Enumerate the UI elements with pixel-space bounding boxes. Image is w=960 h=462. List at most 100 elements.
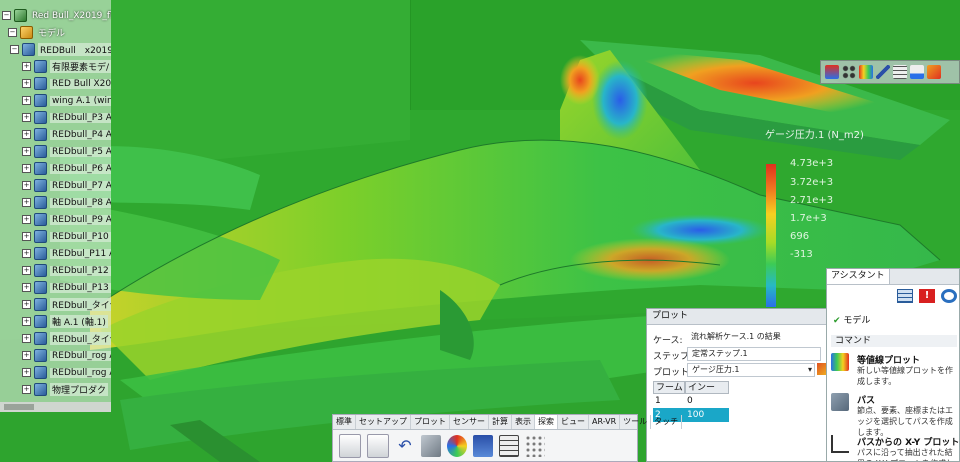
expand-toggle-icon[interactable]: + — [22, 96, 31, 105]
ribbon-tab[interactable]: プロット — [411, 415, 450, 429]
contour-plot-command[interactable]: 等値線プロット 新しい等値線プロットを作成します。 — [831, 353, 957, 386]
tree-item[interactable]: + REDbull_rog A — [22, 348, 111, 363]
tree-item[interactable]: + REDbull_rog A — [22, 365, 111, 380]
tree-item[interactable]: − モデル — [8, 25, 67, 40]
expand-toggle-icon[interactable]: + — [22, 368, 31, 377]
tree-item[interactable]: + REDbull_P13 A — [22, 280, 111, 295]
expand-toggle-icon[interactable]: + — [22, 385, 31, 394]
tree-item[interactable]: − REDBull x2019_ — [10, 42, 111, 57]
copy-icon[interactable] — [339, 434, 361, 458]
plot-select[interactable]: ゲージ圧力.1 ▾ — [687, 363, 815, 377]
ribbon-tab[interactable]: セットアップ — [356, 415, 411, 429]
tree-item[interactable]: + 物理プロダク — [22, 382, 109, 397]
expand-toggle-icon[interactable]: + — [22, 266, 31, 275]
ribbon-tab[interactable]: 標準 — [333, 415, 356, 429]
tree-item-label: REDbull_rog A — [50, 350, 111, 361]
expand-toggle-icon[interactable]: + — [22, 198, 31, 207]
tree-item-label: REDbull_P13 A — [50, 282, 111, 293]
tree-item[interactable]: + REDbull_P4 A. — [22, 127, 111, 142]
tree-scrollbar[interactable] — [0, 402, 111, 412]
expand-toggle-icon[interactable]: + — [22, 300, 31, 309]
ribbon-tab[interactable]: 探索 — [535, 415, 558, 429]
render-icon[interactable] — [447, 435, 467, 457]
expand-toggle-icon[interactable]: + — [22, 249, 31, 258]
ribbon-tab[interactable]: ツール — [620, 415, 652, 429]
expand-toggle-icon[interactable]: + — [22, 164, 31, 173]
screenshot-icon[interactable] — [473, 435, 493, 457]
tree-item-label: REDbul_P11 A — [50, 248, 111, 259]
part-icon — [34, 145, 47, 158]
paste-icon[interactable] — [367, 434, 389, 458]
tree-item-label: 軸 A.1 (軸.1) — [50, 315, 108, 328]
scatter-icon[interactable] — [525, 435, 545, 457]
command-section-title: コマンド — [831, 335, 957, 347]
expand-toggle-icon[interactable]: + — [22, 113, 31, 122]
ribbon-tab[interactable]: 計算 — [489, 415, 512, 429]
chevron-down-icon[interactable]: ▾ — [808, 364, 812, 376]
expand-toggle-icon[interactable]: + — [22, 215, 31, 224]
undo-icon[interactable]: ↶ — [395, 435, 415, 457]
expand-toggle-icon[interactable]: + — [22, 147, 31, 156]
expand-toggle-icon[interactable]: + — [22, 232, 31, 241]
step-field[interactable]: 定常ステップ.1 — [687, 347, 821, 361]
expand-toggle-icon[interactable]: − — [10, 45, 19, 54]
expand-toggle-icon[interactable]: + — [22, 130, 31, 139]
tree-item[interactable]: + REDbull_タイヤ — [22, 331, 111, 346]
tree-item[interactable]: + REDbul_P11 A — [22, 246, 111, 261]
plot-icon[interactable] — [927, 65, 941, 79]
xy-plot-from-path-command[interactable]: パスからの X-Y プロット パスに沿って抽出された結果の X-Y プロットを作… — [831, 435, 959, 461]
view-cube-icon[interactable] — [421, 435, 441, 457]
alert-icon[interactable]: ! — [919, 289, 935, 303]
expand-toggle-icon[interactable]: + — [22, 317, 31, 326]
tree-item[interactable]: + REDbull_P12 A — [22, 263, 111, 278]
tree-item[interactable]: + REDbull_P8 A. — [22, 195, 111, 210]
table-icon[interactable] — [897, 289, 913, 303]
tree-item[interactable]: + 軸 A.1 (軸.1) — [22, 314, 108, 329]
tree-item[interactable]: + REDbull_P10 A — [22, 229, 111, 244]
legend-value: 696 — [790, 231, 810, 242]
tree-item-label: REDbull_rog A — [50, 367, 111, 378]
part-icon — [34, 196, 47, 209]
tree-item[interactable]: + RED Bull X201 — [22, 76, 111, 91]
expand-toggle-icon[interactable]: − — [8, 28, 17, 37]
model-tree[interactable]: − Red Bull_X2019_fluid a − モデル − REDBull x201… — [0, 0, 111, 412]
path-command[interactable]: パス 節点、要素、座標またはエッジを選択してパスを作成します。 — [831, 393, 957, 437]
ribbon-tab[interactable]: ビュー — [558, 415, 589, 429]
expand-toggle-icon[interactable]: + — [22, 334, 31, 343]
tree-item[interactable]: + REDbull_P3 A. — [22, 110, 111, 125]
pen-icon[interactable] — [876, 65, 890, 79]
legend-value: 2.71e+3 — [790, 195, 834, 206]
ribbon-tab[interactable]: AR-VR — [589, 415, 621, 429]
tree-item[interactable]: + REDbull_P9 A. — [22, 212, 111, 227]
scroll-thumb[interactable] — [4, 404, 34, 410]
part-icon — [34, 111, 47, 124]
expand-toggle-icon[interactable]: + — [22, 283, 31, 292]
tree-item[interactable]: + REDbull_P7 A. — [22, 178, 111, 193]
tree-item[interactable]: + REDbull_P6 A. — [22, 161, 111, 176]
grid-icon[interactable] — [893, 65, 907, 79]
expand-toggle-icon[interactable]: + — [22, 181, 31, 190]
points-icon[interactable] — [842, 65, 856, 79]
tree-item[interactable]: + 有限要素モデ/ — [22, 59, 111, 74]
xy-plot-icon — [831, 435, 849, 453]
ribbon-tab[interactable]: タッチ — [651, 415, 683, 429]
expand-toggle-icon[interactable]: − — [2, 11, 11, 20]
table-cell: 0 — [687, 396, 693, 406]
ribbon-tab[interactable]: 表示 — [512, 415, 535, 429]
assistant-tab[interactable]: アシスタント — [827, 269, 890, 284]
chart-icon[interactable] — [910, 65, 924, 79]
expand-toggle-icon[interactable]: + — [22, 62, 31, 71]
expand-toggle-icon[interactable]: + — [22, 79, 31, 88]
tree-item[interactable]: + REDbull_P5 A. — [22, 144, 111, 159]
tree-item[interactable]: + wing A.1 (wing — [22, 93, 111, 108]
expand-toggle-icon[interactable]: + — [22, 351, 31, 360]
tree-item[interactable]: − Red Bull_X2019_fluid a — [2, 8, 111, 23]
plot-select-value: ゲージ圧力.1 — [692, 365, 740, 374]
gear-icon[interactable] — [941, 289, 957, 303]
contour-icon[interactable] — [859, 65, 873, 79]
legend-icon[interactable] — [825, 65, 839, 79]
tree-item[interactable]: + REDbull_タイヤ — [22, 297, 111, 312]
table-view-icon[interactable] — [499, 435, 519, 457]
table-row[interactable]: 1 0 — [653, 394, 729, 408]
ribbon-tab[interactable]: センサー — [450, 415, 489, 429]
